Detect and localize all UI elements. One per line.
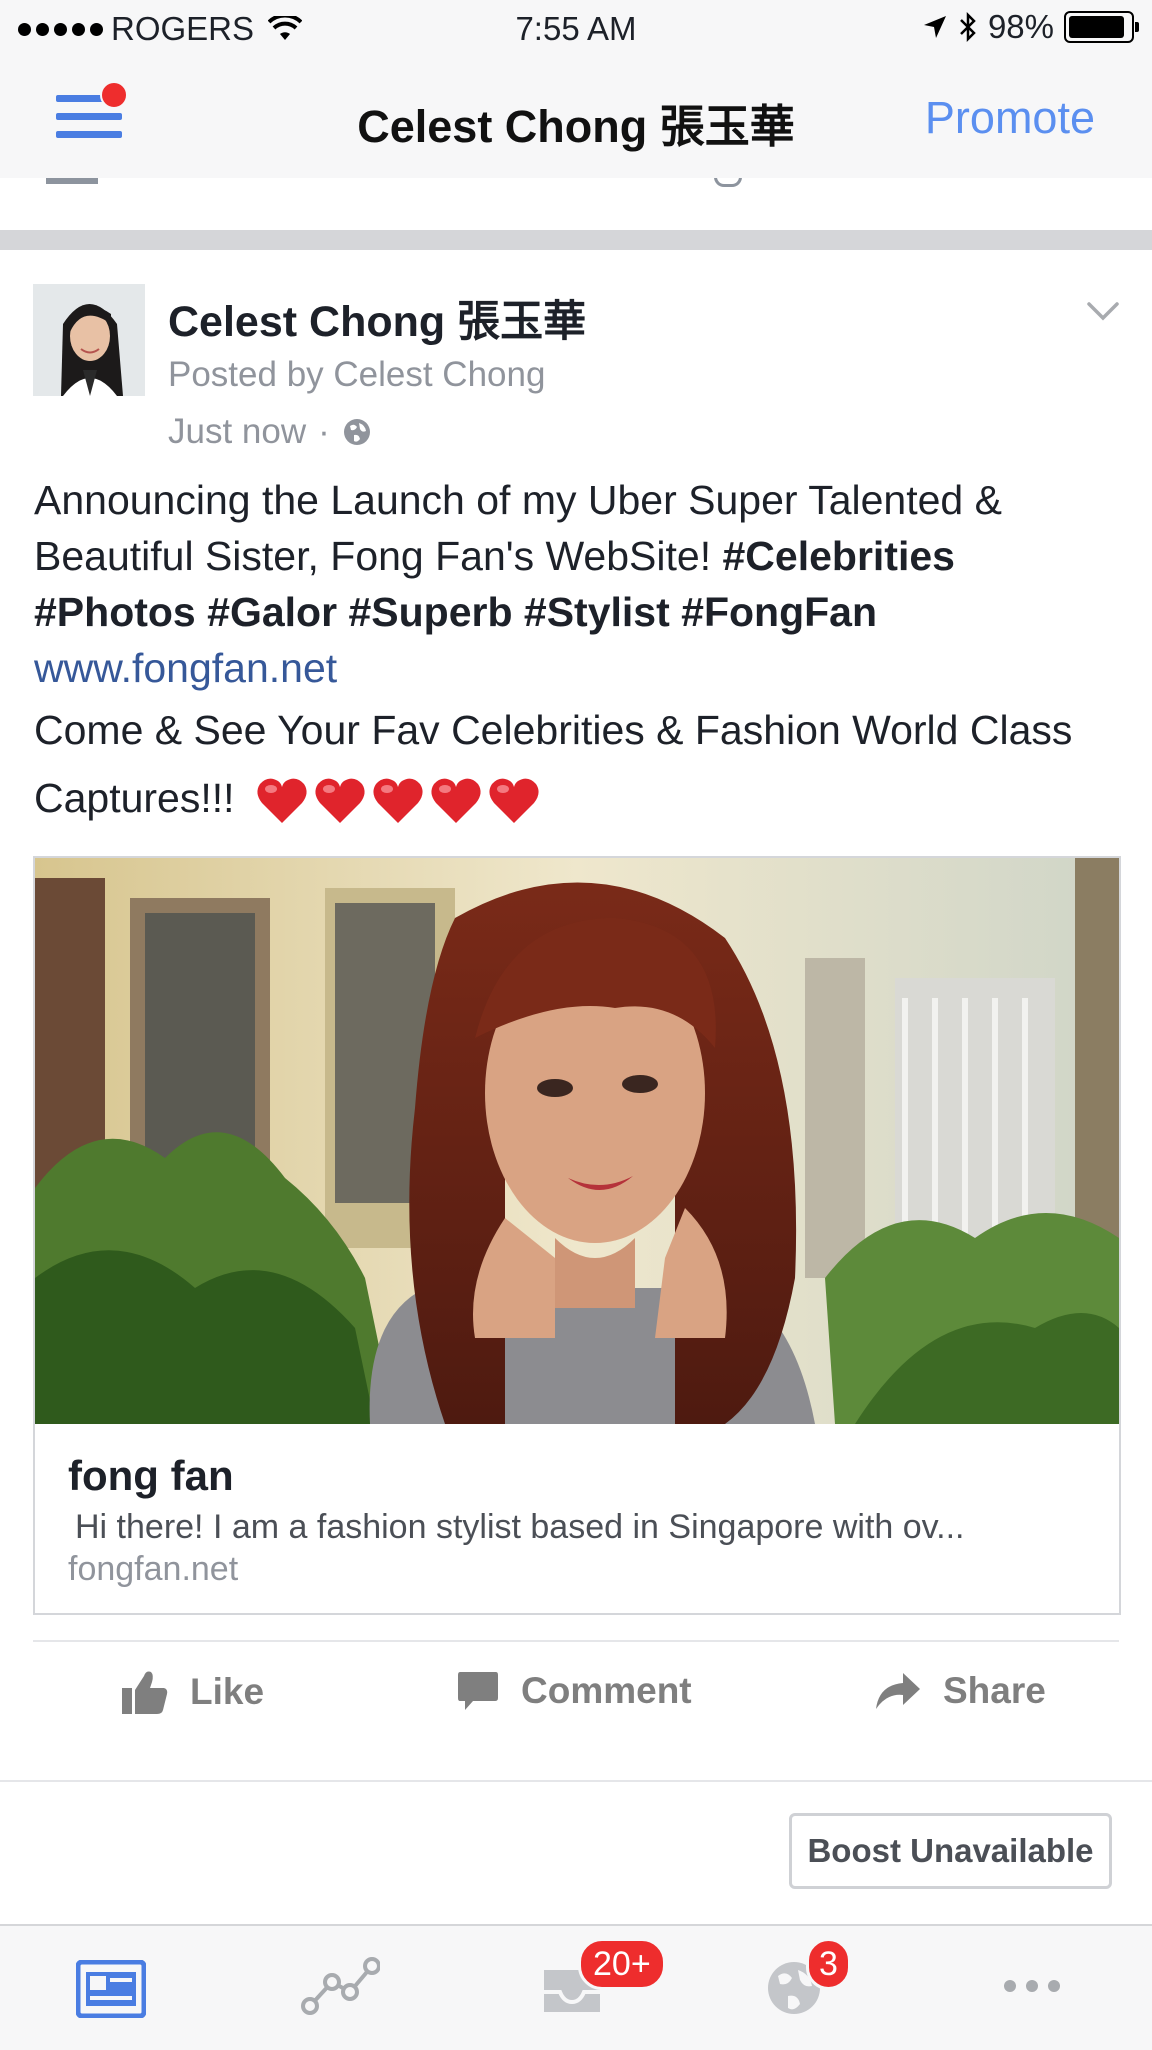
bluetooth-icon [960, 11, 976, 43]
globe-icon [343, 419, 370, 445]
heart-emojis [254, 773, 542, 829]
comment-button[interactable]: Comment [457, 1670, 692, 1712]
battery-icon [1064, 11, 1139, 43]
heart-emoji-icon [373, 778, 423, 824]
avatar-portrait-icon [33, 284, 145, 396]
share-arrow-icon [876, 1673, 920, 1709]
thumbs-up-icon [122, 1671, 168, 1714]
previous-post-icon-fragment [46, 178, 98, 184]
heart-emoji-icon [257, 778, 307, 824]
more-icon [1004, 1980, 1060, 1992]
divider [33, 1640, 1119, 1642]
like-button[interactable]: Like [122, 1670, 264, 1714]
tab-insights[interactable] [300, 1956, 381, 2026]
post-page-name[interactable]: Celest Chong 張玉華 [168, 287, 586, 349]
post-text-intro: Announcing the Launch of my Uber Super T… [34, 472, 1124, 640]
heart-emoji-icon [315, 778, 365, 824]
insights-icon [301, 1957, 381, 2015]
battery-percent: 98% [987, 8, 1054, 45]
previous-post-text-fragment [714, 178, 742, 187]
hashtag[interactable]: #FongFan [681, 589, 877, 635]
divider [0, 1780, 1152, 1782]
tab-more[interactable] [1000, 1956, 1080, 2026]
posted-by: Posted by Celest Chong [168, 355, 546, 394]
hashtag[interactable]: #Celebrities [723, 533, 955, 579]
like-label: Like [190, 1671, 265, 1712]
link-preview-card[interactable]: fong fan Hi there! I am a fashion stylis… [33, 856, 1121, 1615]
status-bar: ROGERS 7:55 AM 98% [0, 0, 1152, 58]
hashtag[interactable]: #Galor [207, 589, 337, 635]
post-text-outro: Come & See Your Fav Celebrities & Fashio… [34, 696, 1124, 832]
chevron-down-icon[interactable] [1084, 292, 1122, 330]
boost-unavailable-button[interactable]: Boost Unavailable [789, 1813, 1112, 1889]
link-preview-image[interactable] [35, 858, 1119, 1424]
tab-news-feed[interactable] [75, 1956, 156, 2026]
portrait-photo [35, 858, 1119, 1424]
tab-notifications[interactable]: 3 [764, 1938, 851, 2026]
post-time[interactable]: Just now [168, 412, 306, 452]
share-label: Share [943, 1670, 1046, 1711]
link-title[interactable]: fong fan [68, 1452, 234, 1500]
post-meta: Just now · [168, 412, 372, 452]
feed-separator [0, 230, 1152, 250]
location-arrow-icon [923, 16, 946, 38]
inbox-badge: 20+ [578, 1938, 666, 1990]
hashtag[interactable]: #Stylist [524, 589, 670, 635]
previous-post-fragment [0, 178, 1152, 230]
hashtag[interactable]: #Superb [348, 589, 512, 635]
status-right: 98% [922, 8, 1139, 46]
post-text-line2: Come & See Your Fav Celebrities & Fashio… [34, 707, 1073, 821]
avatar[interactable] [33, 284, 145, 396]
notifications-badge: 3 [806, 1938, 851, 1990]
share-button[interactable]: Share [875, 1670, 1046, 1712]
comment-label: Comment [521, 1670, 692, 1711]
post-link[interactable]: www.fongfan.net [34, 645, 337, 691]
link-description: Hi there! I am a fashion stylist based i… [75, 1508, 965, 1546]
tab-bar: 20+ 3 [0, 1924, 1152, 2050]
news-feed-icon [75, 1959, 147, 2019]
promote-button[interactable]: Promote [925, 92, 1095, 144]
meta-separator: · [318, 412, 330, 451]
hashtag[interactable]: #Photos [34, 589, 196, 635]
link-domain: fongfan.net [68, 1550, 239, 1588]
post-body: Announcing the Launch of my Uber Super T… [34, 472, 1124, 832]
tab-inbox[interactable]: 20+ [540, 1938, 666, 2026]
nav-bar: Celest Chong 張玉華 Promote [0, 58, 1152, 179]
heart-emoji-icon [489, 778, 539, 824]
comment-icon [458, 1672, 498, 1710]
heart-emoji-icon [431, 778, 481, 824]
